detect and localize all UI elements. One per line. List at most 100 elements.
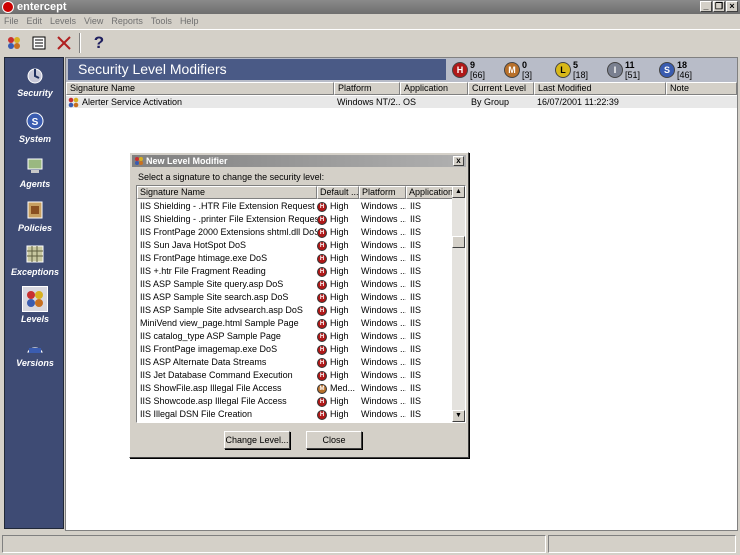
scroll-thumb[interactable]: [452, 236, 465, 248]
change-level-button[interactable]: Change Level...: [224, 431, 290, 449]
medium-total: [3]: [522, 70, 533, 80]
column-header-platform[interactable]: Platform: [334, 82, 400, 95]
info-counter[interactable]: I 11 [51]: [607, 60, 640, 80]
list-item-default-level: H High: [317, 408, 359, 421]
list-item[interactable]: IIS catalog_type ASP Sample Page H High Win…: [137, 330, 453, 343]
level-badge-icon: H: [317, 409, 327, 420]
list-item-platform: Windows ...: [361, 279, 406, 289]
sidebar-item-agents[interactable]: Agents: [5, 155, 65, 189]
column-header-application[interactable]: Application: [400, 82, 468, 95]
menu-file[interactable]: File: [0, 16, 23, 26]
level-text: High: [330, 357, 349, 367]
close-icon[interactable]: ×: [726, 1, 738, 12]
dialog-title-bar: New Level Modifier x: [132, 155, 466, 167]
level-badge-icon: H: [317, 370, 327, 381]
delete-button[interactable]: [53, 32, 75, 54]
menu-levels[interactable]: Levels: [46, 16, 80, 26]
list-item-application: IIS: [410, 292, 422, 302]
high-counter[interactable]: H 9 [66]: [452, 60, 485, 80]
list-item[interactable]: MiniVend view_page.html Sample Page H High…: [137, 317, 453, 330]
list-item[interactable]: IIS +.htr File Fragment Reading H High Wind…: [137, 265, 453, 278]
list-item-default-level: H High: [317, 304, 359, 317]
list-item[interactable]: IIS ASP Sample Site query.asp DoS H High Wi…: [137, 278, 453, 291]
list-item[interactable]: IIS Illegal DSN File Creation H High Window…: [137, 408, 453, 421]
list-item[interactable]: IIS Shielding - .printer File Extension …: [137, 213, 453, 226]
sidebar-item-exceptions[interactable]: Exceptions: [5, 243, 65, 277]
list-item-application: IIS: [410, 240, 422, 250]
menu-view[interactable]: View: [80, 16, 107, 26]
window-title: entercept: [17, 1, 67, 13]
table-row[interactable]: Alerter Service Activation Windows NT/2.…: [66, 96, 737, 108]
list-item-platform: Windows ...: [361, 383, 406, 393]
list-item-application: IIS: [410, 253, 422, 263]
list-item[interactable]: IIS FrontPage htimage.exe DoS H High Window…: [137, 252, 453, 265]
list-item[interactable]: IIS ASP Sample Site search.asp DoS H High W…: [137, 291, 453, 304]
list-item-application: IIS: [410, 357, 422, 367]
list-item-default-level: H High: [317, 317, 359, 330]
signature-name: Alerter Service Activation: [82, 97, 183, 107]
close-button[interactable]: Close: [306, 431, 362, 449]
list-column-application[interactable]: Application': [406, 186, 453, 199]
list-column-platform[interactable]: Platform: [359, 186, 406, 199]
scroll-up-icon[interactable]: ▲: [452, 186, 465, 198]
low-counter[interactable]: L 5 [18]: [555, 60, 588, 80]
column-header-current-level[interactable]: Current Level: [468, 82, 534, 95]
list-item-platform: Windows ...: [361, 318, 406, 328]
list-item[interactable]: IIS Sun Java HotSpot DoS H High Windows ...…: [137, 239, 453, 252]
minimize-icon[interactable]: _: [700, 1, 712, 12]
high-total: [66]: [470, 70, 486, 80]
sidebar-item-versions[interactable]: Versions: [5, 334, 65, 368]
header-band: Security Level Modifiers H 9 [66] M 0 [3] …: [66, 58, 737, 82]
menu-reports[interactable]: Reports: [107, 16, 147, 26]
menu-edit[interactable]: Edit: [23, 16, 47, 26]
list-item[interactable]: IIS ASP Alternate Data Streams H High Windo…: [137, 356, 453, 369]
list-item[interactable]: IIS Jet Database Command Execution H High W…: [137, 369, 453, 382]
list-item-default-level: H High: [317, 265, 359, 278]
add-modifier-button[interactable]: [3, 32, 25, 54]
list-item-name: IIS Illegal DSN File Creation: [140, 409, 253, 419]
list-column-signature-name[interactable]: Signature Name: [137, 186, 317, 199]
sidebar-item-policies[interactable]: Policies: [5, 199, 65, 233]
level-badge-icon: H: [317, 357, 327, 368]
list-item[interactable]: IIS Showcode.asp Illegal File Access H Hig…: [137, 395, 453, 408]
toolbar: ?: [0, 29, 740, 55]
list-item-name: IIS Sun Java HotSpot DoS: [140, 240, 247, 250]
list-column-default-level[interactable]: Default ...: [317, 186, 359, 199]
medium-counter[interactable]: M 0 [3]: [504, 60, 532, 80]
list-item[interactable]: IIS FrontPage 2000 Extensions shtml.dll …: [137, 226, 453, 239]
menu-tools[interactable]: Tools: [147, 16, 176, 26]
column-header-last-modified[interactable]: Last Modified: [534, 82, 666, 95]
sidebar-item-system[interactable]: S System: [5, 110, 65, 144]
restore-icon[interactable]: ❐: [713, 1, 725, 12]
menu-help[interactable]: Help: [176, 16, 203, 26]
list-item-name: IIS ShowFile.asp Illegal File Access: [140, 383, 282, 393]
list-item[interactable]: IIS ASP Sample Site advsearch.asp DoS H Hi…: [137, 304, 453, 317]
signature-list[interactable]: Signature Name Default ... Platform Appl…: [136, 185, 466, 423]
level-badge-icon: H: [317, 331, 327, 342]
silent-counter[interactable]: S 18 [46]: [659, 60, 692, 80]
level-text: High: [330, 344, 349, 354]
scroll-down-icon[interactable]: ▼: [452, 410, 465, 422]
column-header-signature-name[interactable]: Signature Name: [66, 82, 334, 95]
level-text: High: [330, 253, 349, 263]
sidebar-item-levels[interactable]: Levels: [5, 286, 65, 324]
list-item[interactable]: IIS FrontPage imagemap.exe DoS H High Windo…: [137, 343, 453, 356]
list-item-platform: Windows ...: [361, 396, 406, 406]
sidebar-item-label: Policies: [17, 223, 53, 233]
info-level-icon: I: [607, 62, 623, 78]
cell-signature-name: Alerter Service Activation: [66, 96, 334, 108]
list-item[interactable]: IIS Shielding - .HTR File Extension Requ…: [137, 200, 453, 213]
properties-button[interactable]: [28, 32, 50, 54]
list-item-default-level: H High: [317, 200, 359, 213]
list-item[interactable]: IIS ShowFile.asp Illegal File Access M Med…: [137, 382, 453, 395]
sidebar-item-security[interactable]: Security: [5, 64, 65, 98]
list-item-platform: Windows ...: [361, 370, 406, 380]
column-header-note[interactable]: Note: [666, 82, 737, 95]
info-total: [51]: [625, 70, 641, 80]
list-item-default-level: H High: [317, 291, 359, 304]
dialog-close-icon[interactable]: x: [453, 156, 464, 166]
list-item-name: IIS Jet Database Command Execution: [140, 370, 293, 380]
list-scrollbar[interactable]: ▲ ▼: [452, 186, 465, 422]
help-button[interactable]: ?: [88, 32, 110, 54]
level-badge-icon: H: [317, 201, 327, 212]
